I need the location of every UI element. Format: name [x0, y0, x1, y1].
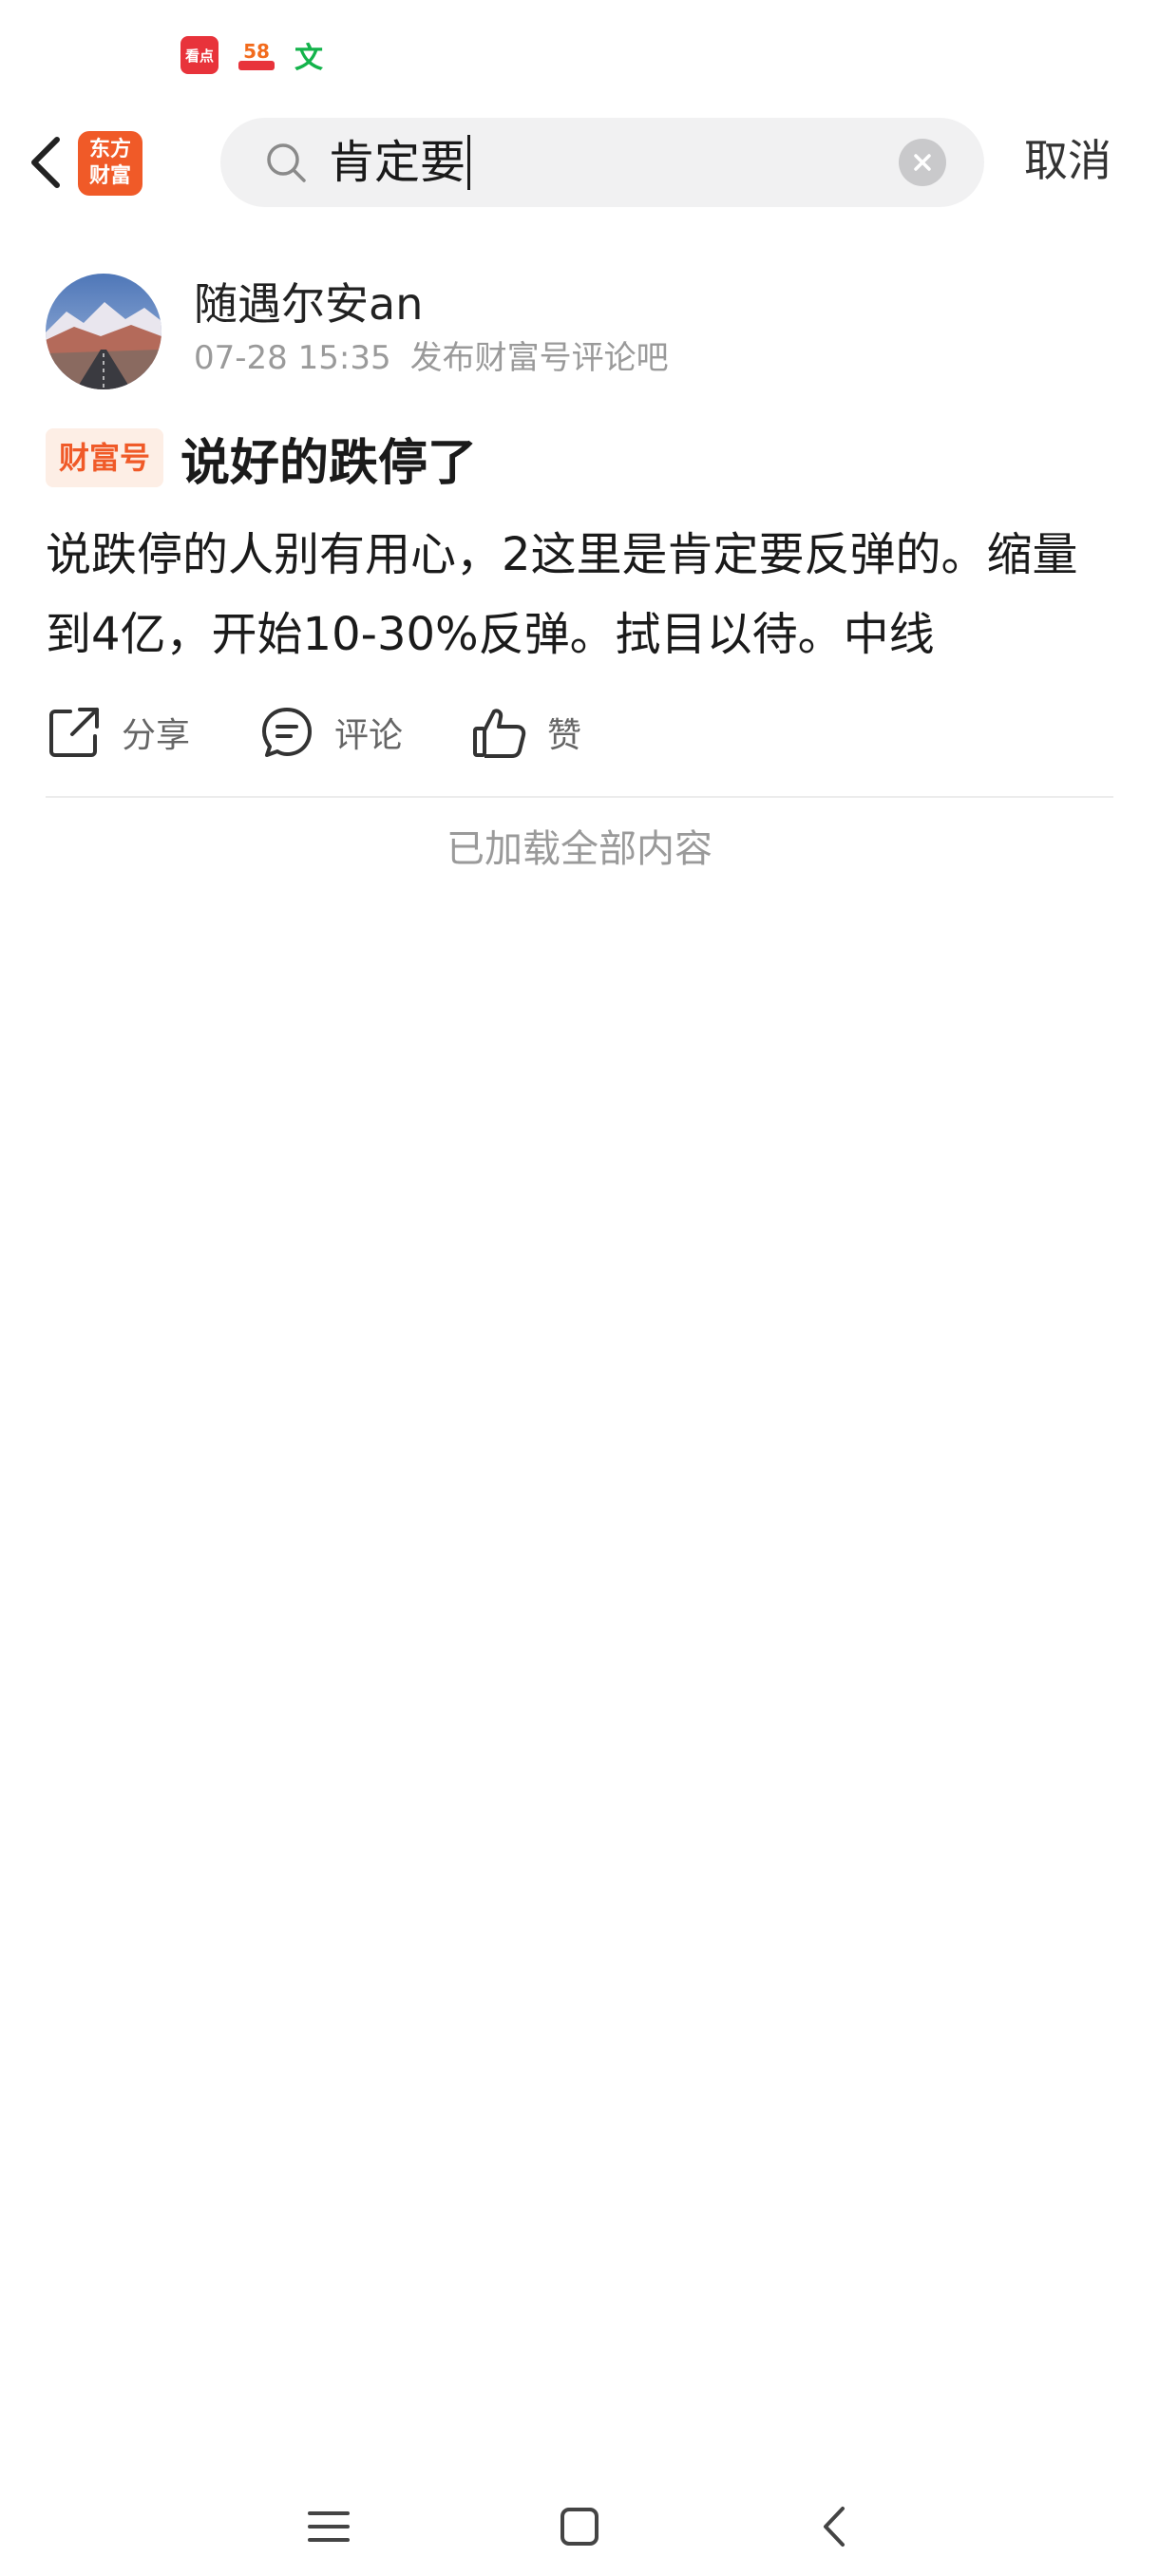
wen-app-icon: 文: [294, 34, 323, 76]
share-button[interactable]: 分享: [46, 704, 190, 761]
home-nav-button[interactable]: [551, 2498, 608, 2555]
close-icon: [914, 154, 931, 171]
system-nav-bar: [0, 2470, 1159, 2576]
avatar[interactable]: [46, 274, 162, 389]
post-meta: 07-28 15:35 发布财富号评论吧: [194, 336, 669, 380]
chevron-left-icon: [31, 137, 60, 188]
share-icon: [49, 708, 99, 757]
back-triangle-icon: [824, 2507, 845, 2547]
home-square-icon: [560, 2508, 598, 2546]
eastmoney-logo[interactable]: 东方 财富: [78, 131, 142, 196]
search-field[interactable]: 肯定要: [220, 118, 984, 207]
thumbs-up-icon: [473, 709, 526, 758]
post-body[interactable]: 说跌停的人别有用心，2这里是肯定要反弹的。缩量到4亿，开始10-30%反弹。拭目…: [46, 515, 1119, 674]
avatar-image: [46, 274, 162, 389]
app58-stripe: [238, 61, 275, 70]
back-nav-button[interactable]: [806, 2498, 863, 2555]
clear-search-button[interactable]: [899, 139, 946, 186]
menu-nav-button[interactable]: [300, 2498, 357, 2555]
comment-button[interactable]: 评论: [258, 704, 403, 761]
all-loaded-text: 已加载全部内容: [446, 827, 712, 871]
search-input-value: 肯定要: [329, 136, 466, 189]
back-button[interactable]: [17, 129, 74, 196]
kandian-label: 看点: [184, 47, 214, 65]
like-label: 赞: [547, 716, 582, 755]
search-results-page: 看点 58 文 东方 财富 肯定要 取消 随遇尔安an 07-28 15:35 …: [0, 0, 1159, 2576]
kandian-app-icon: 看点: [180, 36, 218, 74]
wen-label: 文: [294, 42, 323, 75]
cancel-button[interactable]: 取消: [1024, 127, 1112, 194]
post-source: 发布财富号评论吧: [409, 339, 669, 377]
search-icon: [267, 143, 306, 182]
58-app-icon: 58: [238, 36, 276, 74]
post-time: 07-28 15:35: [194, 339, 391, 377]
author-name[interactable]: 随遇尔安an: [194, 275, 423, 332]
menu-icon: [308, 2511, 350, 2542]
divider: [46, 796, 1113, 798]
comment-label: 评论: [334, 716, 404, 755]
status-bar: 看点 58 文: [0, 0, 1159, 104]
search-header: 东方 财富 肯定要 取消: [0, 104, 1159, 218]
comment-icon: [262, 708, 313, 757]
notification-icons: 看点 58 文: [180, 34, 323, 76]
post-title-row: 财富号 说好的跌停了: [46, 422, 477, 494]
share-label: 分享: [122, 716, 191, 755]
text-caret: [467, 135, 471, 190]
post-title[interactable]: 说好的跌停了: [180, 423, 477, 494]
logo-text-line2: 财富: [88, 164, 131, 188]
post-actions: 分享 评论 赞: [46, 699, 650, 766]
search-input[interactable]: 肯定要: [329, 133, 471, 192]
caifuhao-badge: 财富号: [46, 428, 164, 487]
app58-label: 58: [243, 40, 270, 63]
logo-text-line1: 东方: [88, 138, 131, 161]
like-button[interactable]: 赞: [471, 704, 581, 761]
